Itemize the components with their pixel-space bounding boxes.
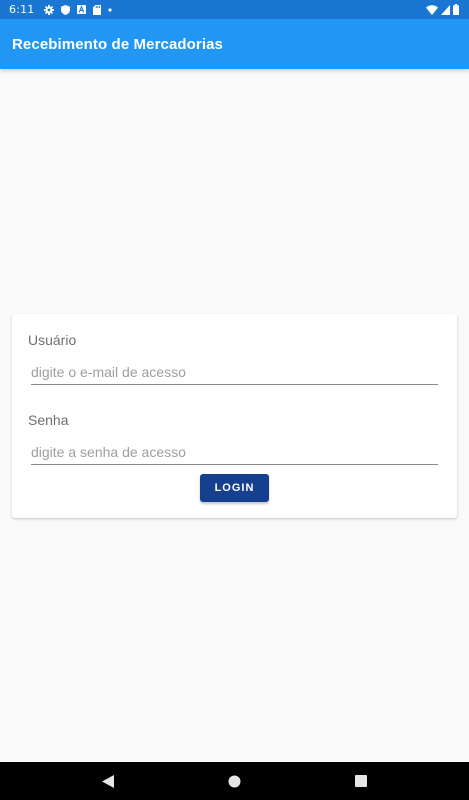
home-button[interactable] <box>210 762 258 800</box>
back-icon <box>102 774 114 788</box>
settings-icon <box>43 4 54 15</box>
recents-icon <box>355 775 367 787</box>
sd-card-icon <box>92 4 101 15</box>
login-button[interactable]: LOGIN <box>200 474 269 502</box>
app-bar: Recebimento de Mercadorias <box>0 19 469 69</box>
shield-icon <box>60 4 70 15</box>
page-title: Recebimento de Mercadorias <box>12 35 224 53</box>
main-content: Usuário Senha LOGIN <box>0 69 469 762</box>
navigation-bar <box>0 762 469 800</box>
password-input[interactable] <box>31 440 438 465</box>
password-label: Senha <box>28 412 69 428</box>
battery-icon <box>453 4 459 15</box>
status-bar-right <box>423 4 459 15</box>
recents-button[interactable] <box>337 762 385 800</box>
username-input[interactable] <box>31 360 438 385</box>
status-bar-left: 6:11 <box>9 3 119 16</box>
status-bar: 6:11 <box>0 0 469 19</box>
login-card: Usuário Senha LOGIN <box>12 314 457 518</box>
status-time: 6:11 <box>9 3 35 16</box>
cell-signal-icon <box>441 4 450 15</box>
username-label: Usuário <box>28 332 77 348</box>
back-button[interactable] <box>84 762 132 800</box>
font-icon <box>76 5 86 14</box>
wifi-icon <box>426 4 438 15</box>
home-icon <box>228 775 241 788</box>
dot-icon <box>107 7 112 12</box>
